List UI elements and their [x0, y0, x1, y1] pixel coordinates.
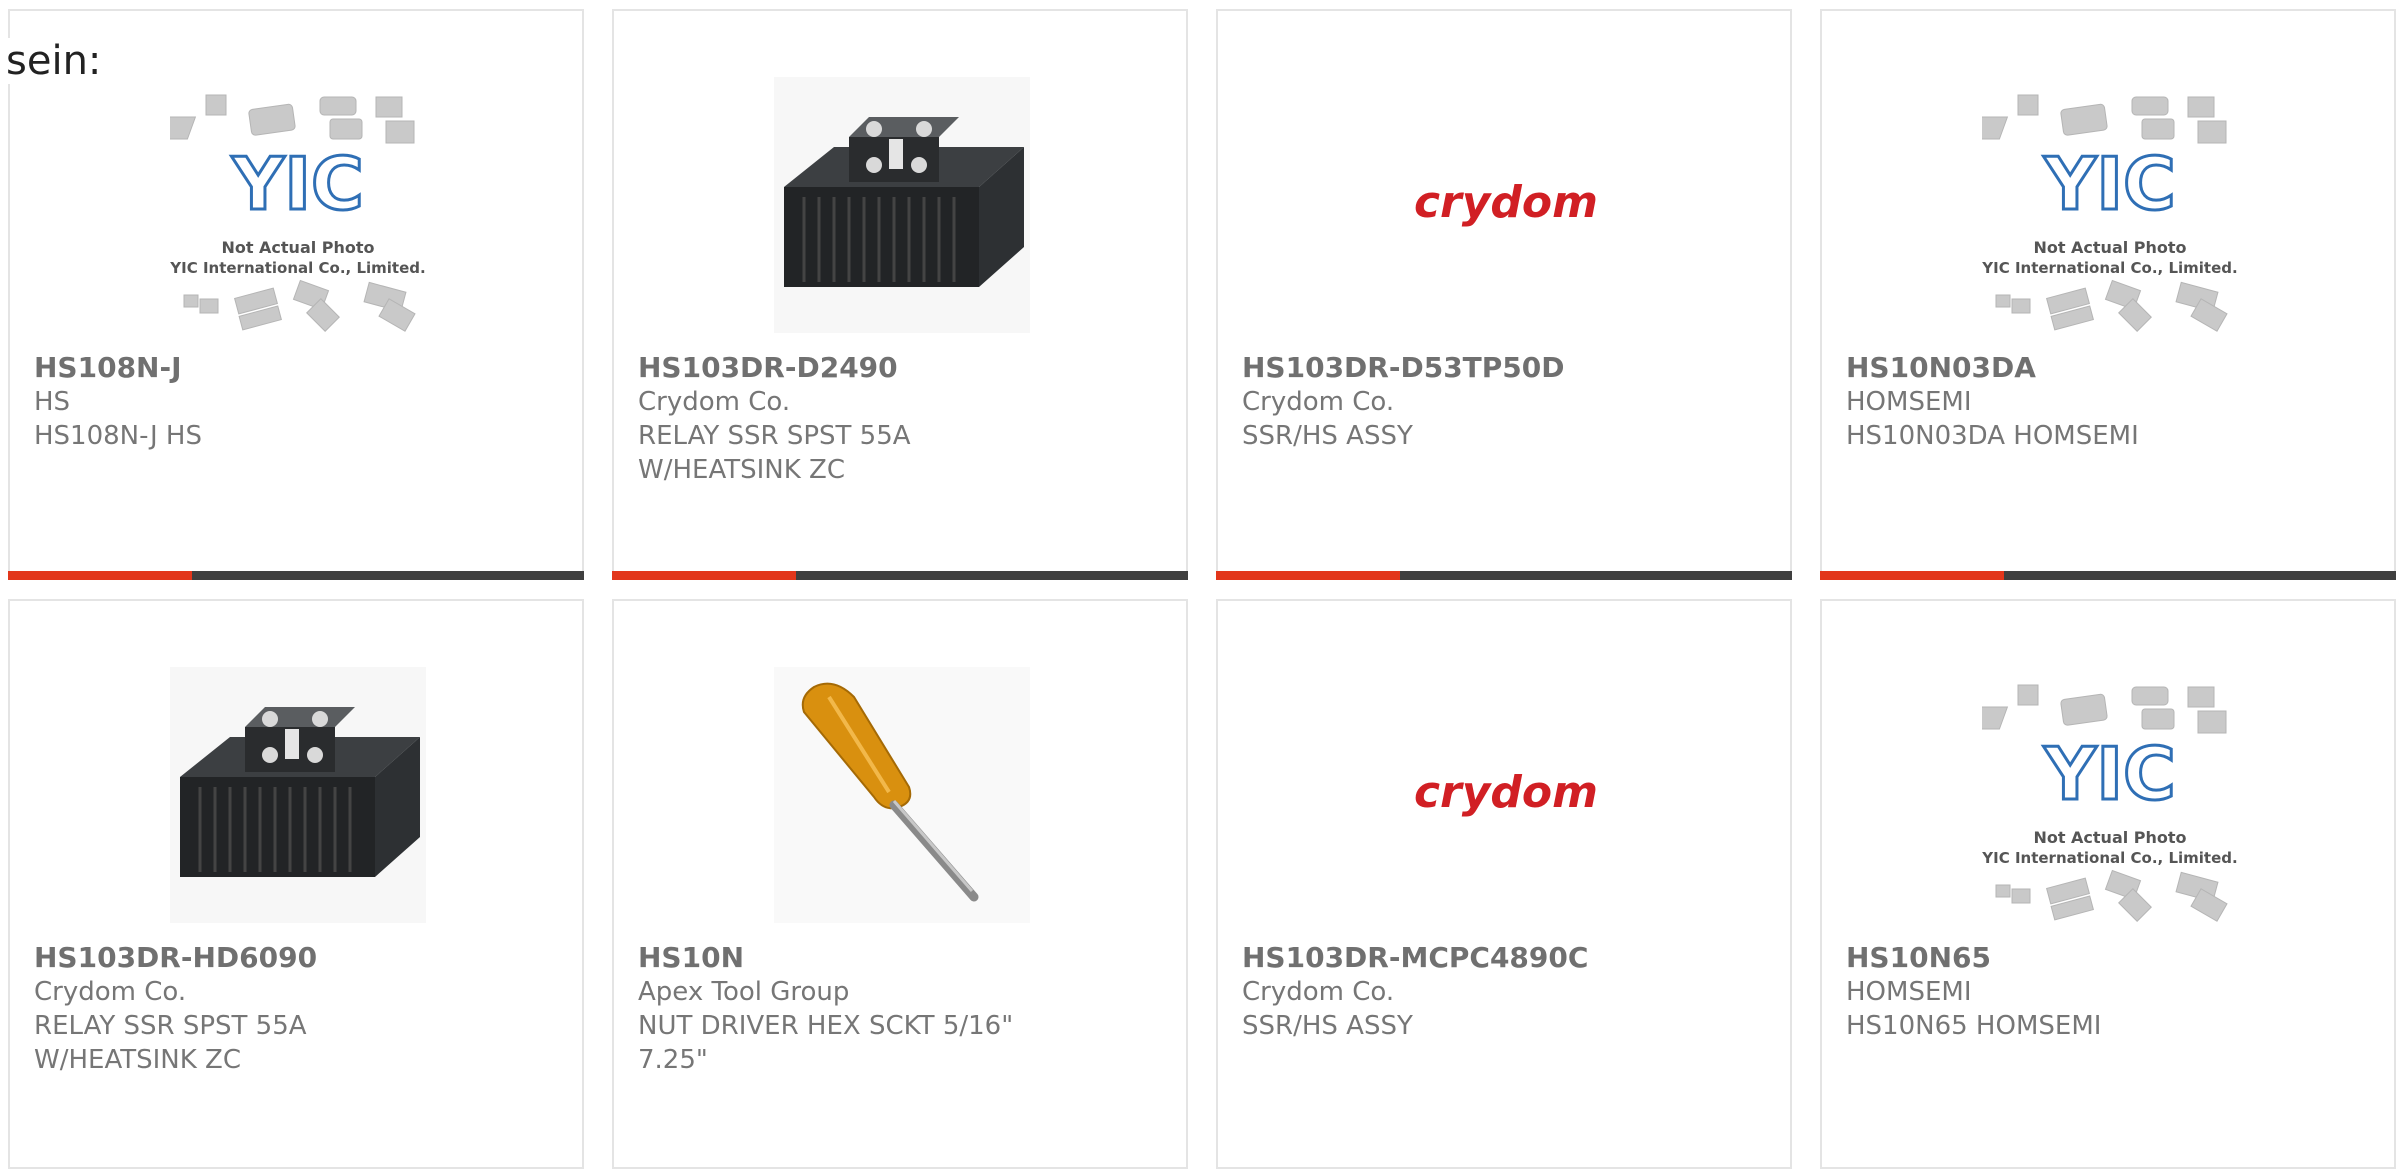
description: RELAY SSR SPST 55A [34, 1011, 307, 1041]
product-info: HS108N-J HS HS108N-J HS [34, 351, 566, 453]
part-number[interactable]: HS103DR-D53TP50D [1242, 351, 1774, 385]
product-card[interactable]: YIC Not Actual Photo YIC International C… [1820, 9, 2396, 580]
description: NUT DRIVER HEX SCKT 5/16" [638, 1011, 1014, 1041]
product-card[interactable]: crydom HS103DR-MCPC4890C Crydom Co. SSR/… [1216, 599, 1792, 1169]
chip-icons-bottom [1995, 869, 2228, 922]
product-image[interactable]: crydom [1378, 77, 1634, 333]
placeholder-line2: YIC International Co., Limited. [170, 259, 426, 277]
product-card[interactable]: crydom HS103DR-D53TP50D Crydom Co. SSR/H… [1216, 9, 1792, 580]
product-image[interactable] [170, 667, 426, 923]
description: HS108N-J HS [34, 421, 202, 451]
description: HS10N03DA HOMSEMI [1846, 421, 2139, 451]
placeholder-line2: YIC International Co., Limited. [1982, 849, 2238, 867]
description: RELAY SSR SPST 55A [638, 421, 911, 451]
manufacturer: Crydom Co. [1242, 387, 1395, 417]
yic-logo: YIC [231, 142, 364, 226]
part-number[interactable]: HS103DR-MCPC4890C [1242, 941, 1774, 975]
product-image[interactable]: YIC Not Actual Photo YIC International C… [1982, 667, 2238, 923]
chip-icons-bottom [1995, 279, 2228, 332]
crydom-logo: crydom [1414, 767, 1598, 818]
chip-icons [1982, 94, 2227, 144]
placeholder-line1: Not Actual Photo [2033, 238, 2186, 257]
placeholder-line1: Not Actual Photo [221, 238, 374, 257]
manufacturer: HOMSEMI [1846, 387, 1972, 417]
yic-logo: YIC [2043, 732, 2176, 816]
chip-icons-bottom [183, 279, 416, 332]
product-image[interactable] [774, 667, 1030, 923]
manufacturer: Crydom Co. [1242, 977, 1395, 1007]
product-info: HS10N03DA HOMSEMI HS10N03DA HOMSEMI [1846, 351, 2378, 453]
description-line2: W/HEATSINK ZC [34, 1045, 241, 1075]
description: SSR/HS ASSY [1242, 421, 1413, 451]
crydom-logo: crydom [1414, 177, 1598, 228]
description-line2: 7.25" [638, 1045, 708, 1075]
product-info: HS10N Apex Tool Group NUT DRIVER HEX SCK… [638, 941, 1170, 1077]
placeholder-line1: Not Actual Photo [2033, 828, 2186, 847]
manufacturer: Apex Tool Group [638, 977, 850, 1007]
card-bottom-bar [1216, 571, 1792, 580]
description-line2: W/HEATSINK ZC [638, 455, 845, 485]
intro-text: sein: [6, 38, 106, 84]
product-image[interactable]: YIC Not Actual Photo YIC International C… [170, 77, 426, 333]
product-card[interactable]: HS103DR-HD6090 Crydom Co. RELAY SSR SPST… [8, 599, 584, 1169]
manufacturer: Crydom Co. [638, 387, 791, 417]
part-number[interactable]: HS108N-J [34, 351, 566, 385]
product-card[interactable]: YIC Not Actual Photo YIC International C… [8, 9, 584, 580]
yic-logo: YIC [2043, 142, 2176, 226]
manufacturer: HOMSEMI [1846, 977, 1972, 1007]
product-card[interactable]: HS103DR-D2490 Crydom Co. RELAY SSR SPST … [612, 9, 1188, 580]
product-info: HS10N65 HOMSEMI HS10N65 HOMSEMI [1846, 941, 2378, 1043]
description: HS10N65 HOMSEMI [1846, 1011, 2102, 1041]
product-image[interactable]: YIC Not Actual Photo YIC International C… [1982, 77, 2238, 333]
part-number[interactable]: HS103DR-D2490 [638, 351, 1170, 385]
card-bottom-bar [1820, 571, 2396, 580]
product-info: HS103DR-MCPC4890C Crydom Co. SSR/HS ASSY [1242, 941, 1774, 1043]
part-number[interactable]: HS103DR-HD6090 [34, 941, 566, 975]
placeholder-line2: YIC International Co., Limited. [1982, 259, 2238, 277]
part-number[interactable]: HS10N [638, 941, 1170, 975]
card-bottom-bar [8, 571, 584, 580]
part-number[interactable]: HS10N65 [1846, 941, 2378, 975]
chip-icons [170, 94, 415, 144]
product-image[interactable]: crydom [1378, 667, 1634, 923]
product-info: HS103DR-D53TP50D Crydom Co. SSR/HS ASSY [1242, 351, 1774, 453]
description: SSR/HS ASSY [1242, 1011, 1413, 1041]
card-bottom-bar [612, 571, 1188, 580]
product-info: HS103DR-D2490 Crydom Co. RELAY SSR SPST … [638, 351, 1170, 487]
product-info: HS103DR-HD6090 Crydom Co. RELAY SSR SPST… [34, 941, 566, 1077]
manufacturer: Crydom Co. [34, 977, 187, 1007]
product-card[interactable]: YIC Not Actual Photo YIC International C… [1820, 599, 2396, 1169]
chip-icons [1982, 684, 2227, 734]
manufacturer: HS [34, 387, 71, 417]
product-card[interactable]: HS10N Apex Tool Group NUT DRIVER HEX SCK… [612, 599, 1188, 1169]
part-number[interactable]: HS10N03DA [1846, 351, 2378, 385]
product-image[interactable] [774, 77, 1030, 333]
